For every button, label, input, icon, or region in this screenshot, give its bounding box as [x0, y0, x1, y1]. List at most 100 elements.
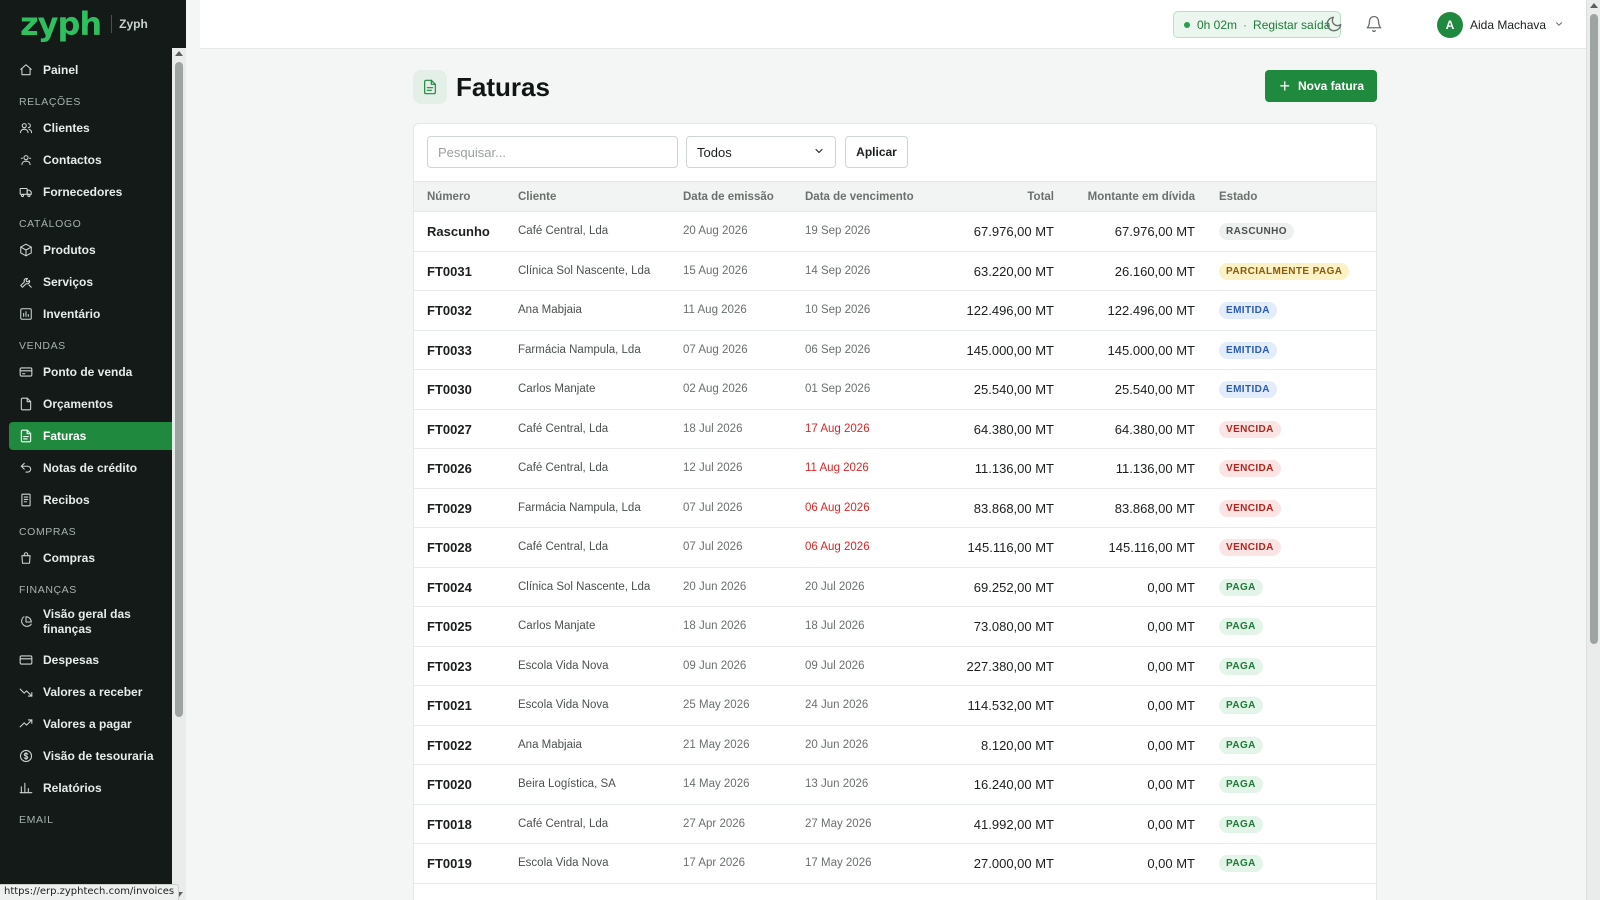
bell-icon[interactable]: [1365, 15, 1383, 33]
status-badge: VENCIDA: [1219, 539, 1281, 556]
table-row[interactable]: FT0033 Farmácia Nampula, Lda 07 Aug 2026 06…: [414, 331, 1376, 370]
table-row[interactable]: FT0026 Café Central, Lda 12 Jul 2026 11 Aug…: [414, 449, 1376, 489]
table-row[interactable]: FT0032 Ana Mabjaia 11 Aug 2026 10 Sep 2026 1…: [414, 291, 1376, 331]
nav-section-label: RELAÇÕES: [19, 96, 81, 108]
invoice-number[interactable]: FT0026: [427, 461, 472, 476]
invoice-number[interactable]: FT0021: [427, 698, 472, 713]
inventory-icon: [19, 307, 33, 321]
table-row[interactable]: FT0024 Clínica Sol Nascente, Lda 20 Jun 20…: [414, 568, 1376, 607]
sidebar-item-compras[interactable]: Compras: [9, 544, 177, 572]
invoice-total: 227.380,00 MT: [966, 658, 1054, 674]
sidebar: zyph Zyph Painel RELAÇÕES Clientes Contacto…: [0, 0, 186, 900]
invoice-number[interactable]: FT0031: [427, 264, 472, 279]
invoice-amount-due: 0,00 MT: [1147, 579, 1195, 595]
topbar: 0h 02m · Registar saída A Aida Machava: [200, 0, 1586, 49]
sidebar-item-orcamentos[interactable]: Orçamentos: [9, 390, 177, 418]
invoice-amount-due: 122.496,00 MT: [1107, 303, 1195, 318]
sidebar-item-inventario[interactable]: Inventário: [9, 300, 177, 328]
invoice-total: 73.080,00 MT: [973, 619, 1054, 634]
sidebar-item-clientes[interactable]: Clientes: [9, 114, 177, 142]
invoice-number[interactable]: FT0028: [427, 540, 472, 555]
invoice-client: Escola Vida Nova: [518, 857, 609, 869]
column-amount-due[interactable]: Montante em dívida: [1088, 191, 1195, 203]
search-input[interactable]: [427, 136, 678, 168]
table-row[interactable]: FT0022 Ana Mabjaia 21 May 2026 20 Jun 2026 8…: [414, 726, 1376, 765]
sidebar-item-produtos[interactable]: Produtos: [9, 236, 177, 264]
invoice-due-date: 24 Jun 2026: [805, 699, 869, 711]
column-due-date[interactable]: Data de vencimento: [805, 191, 914, 203]
invoice-number[interactable]: FT0030: [427, 382, 472, 397]
status-select-value: Todos: [697, 144, 732, 160]
brand[interactable]: zyph Zyph: [0, 0, 186, 48]
column-number[interactable]: Número: [427, 191, 470, 203]
invoice-number[interactable]: FT0033: [427, 343, 472, 358]
scroll-up-arrow-icon[interactable]: [1590, 3, 1598, 8]
sidebar-item-contactos[interactable]: Contactos: [9, 146, 177, 174]
sidebar-item-label: Visão de tesouraria: [43, 749, 154, 763]
column-client[interactable]: Cliente: [518, 191, 556, 203]
invoice-number[interactable]: FT0027: [427, 422, 472, 437]
status-badge: VENCIDA: [1219, 499, 1281, 517]
table-row[interactable]: FT0021 Escola Vida Nova 25 May 2026 24 Jun …: [414, 686, 1376, 726]
nav-section-label: EMAIL: [19, 814, 54, 826]
table-row[interactable]: FT0020 Beira Logística, SA 14 May 2026 13 J…: [414, 765, 1376, 805]
sidebar-item-servicos[interactable]: Serviços: [9, 268, 177, 296]
sidebar-item-notas-de-credito[interactable]: Notas de crédito: [9, 454, 177, 482]
sidebar-item-valores-a-receber[interactable]: Valores a receber: [9, 678, 177, 706]
column-status[interactable]: Estado: [1219, 191, 1257, 203]
sidebar-item-label: Clientes: [43, 121, 90, 135]
invoice-total: 11.136,00 MT: [974, 461, 1054, 476]
column-total[interactable]: Total: [1027, 191, 1054, 203]
sidebar-item-visao-de-tesouraria[interactable]: Visão de tesouraria: [9, 742, 177, 770]
table-row[interactable]: FT0029 Farmácia Nampula, Lda 07 Jul 2026 06…: [414, 489, 1376, 528]
sidebar-scroll-thumb[interactable]: [175, 62, 183, 717]
invoice-due-date: 19 Sep 2026: [805, 225, 871, 237]
invoice-number[interactable]: FT0025: [427, 619, 472, 634]
page-scroll-thumb[interactable]: [1590, 14, 1598, 644]
sidebar-item-fornecedores[interactable]: Fornecedores: [9, 178, 177, 206]
sidebar-item-valores-a-pagar[interactable]: Valores a pagar: [9, 710, 177, 738]
sidebar-item-painel[interactable]: Painel: [9, 56, 177, 84]
status-select[interactable]: Todos: [686, 136, 836, 168]
table-row[interactable]: FT0028 Café Central, Lda 07 Jul 2026 06 Aug…: [414, 528, 1376, 568]
table-row[interactable]: FT0027 Café Central, Lda 18 Jul 2026 17 Aug…: [414, 410, 1376, 449]
invoice-issue-date: 20 Jun 2026: [683, 580, 747, 593]
table-row[interactable]: FT0023 Escola Vida Nova 09 Jun 2026 09 Jul …: [414, 647, 1376, 686]
table-row[interactable]: FT0031 Clínica Sol Nascente, Lda 15 Aug 20…: [414, 252, 1376, 291]
table-row[interactable]: FT0030 Carlos Manjate 02 Aug 2026 01 Sep 20…: [414, 370, 1376, 410]
time-tracker-button[interactable]: 0h 02m · Registar saída: [1173, 11, 1342, 38]
invoice-number[interactable]: FT0029: [427, 501, 472, 516]
sidebar-item-visao-geral-das-financas[interactable]: Visão geral das finanças: [9, 602, 177, 642]
sidebar-item-ponto-de-venda[interactable]: Ponto de venda: [9, 358, 177, 386]
scroll-up-arrow-icon[interactable]: [175, 51, 183, 56]
invoice-number[interactable]: Rascunho: [427, 224, 490, 239]
invoice-number[interactable]: FT0019: [427, 856, 472, 871]
user-menu[interactable]: A Aida Machava: [1437, 12, 1564, 38]
invoice-due-date: 20 Jul 2026: [805, 580, 865, 593]
table-row[interactable]: Rascunho Café Central, Lda 20 Aug 2026 19 S…: [414, 212, 1376, 252]
invoice-due-date: 27 May 2026: [805, 817, 872, 830]
sidebar-item-despesas[interactable]: Despesas: [9, 646, 177, 674]
invoice-due-date: 18 Jul 2026: [805, 620, 865, 632]
page-scrollbar[interactable]: [1586, 0, 1600, 900]
new-invoice-button[interactable]: + Nova fatura: [1265, 70, 1377, 102]
invoice-client: Clínica Sol Nascente, Lda: [518, 580, 651, 593]
moon-icon[interactable]: [1325, 15, 1343, 33]
table-row[interactable]: FT0019 Escola Vida Nova 17 Apr 2026 17 May …: [414, 844, 1376, 884]
sidebar-item-faturas[interactable]: Faturas: [9, 422, 177, 450]
table-row[interactable]: FT0025 Carlos Manjate 18 Jun 2026 18 Jul 20…: [414, 607, 1376, 647]
invoice-number[interactable]: FT0020: [427, 777, 472, 792]
invoice-number[interactable]: FT0022: [427, 738, 472, 753]
invoice-number[interactable]: FT0024: [427, 580, 472, 595]
invoice-client: Farmácia Nampula, Lda: [518, 501, 641, 514]
invoice-amount-due: 0,00 MT: [1147, 777, 1195, 792]
invoice-number[interactable]: FT0032: [427, 303, 472, 318]
sidebar-item-recibos[interactable]: Recibos: [9, 486, 177, 514]
sidebar-scrollbar[interactable]: [172, 48, 186, 900]
invoice-number[interactable]: FT0023: [427, 659, 472, 674]
apply-button[interactable]: Aplicar: [845, 136, 908, 168]
table-row[interactable]: FT0018 Café Central, Lda 27 Apr 2026 27 May…: [414, 805, 1376, 844]
column-issue-date[interactable]: Data de emissão: [683, 191, 774, 203]
sidebar-item-relatorios[interactable]: Relatórios: [9, 774, 177, 802]
invoice-number[interactable]: FT0018: [427, 817, 472, 832]
